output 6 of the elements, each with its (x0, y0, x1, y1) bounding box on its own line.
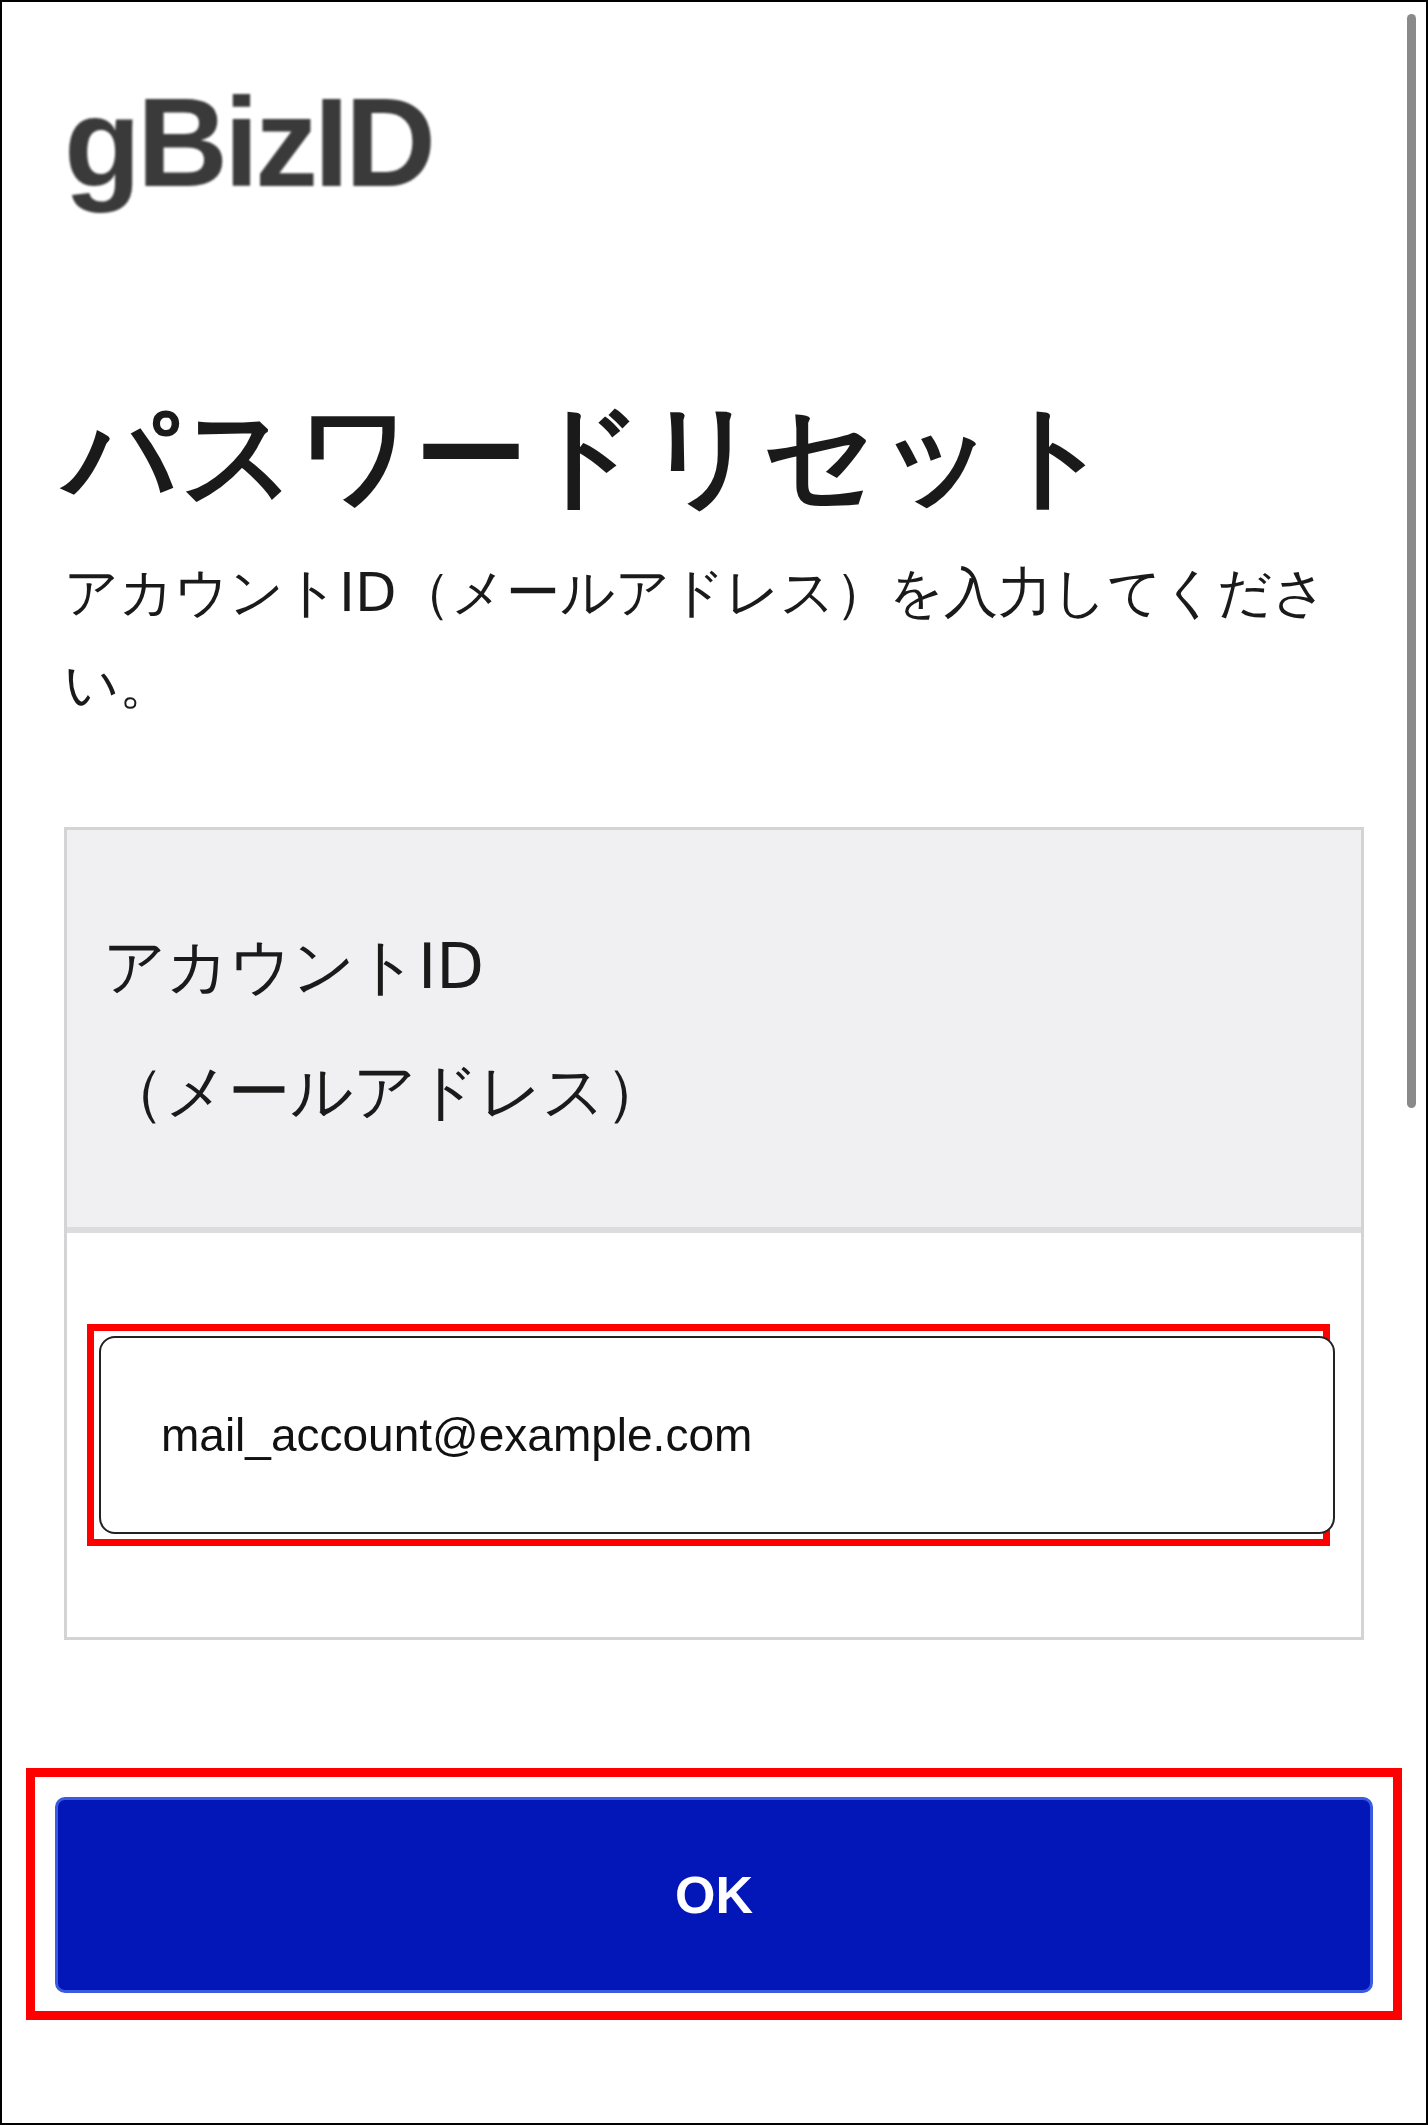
ok-button[interactable]: OK (55, 1797, 1373, 1994)
description: アカウントID（メールアドレス）を入力してください。 (64, 560, 1328, 719)
scrollbar[interactable] (1407, 14, 1416, 1108)
field-label: アカウントID （メールアドレス） (103, 928, 667, 1130)
input-field[interactable]: mail_account@example.com (99, 1336, 1335, 1535)
logo: gBizID (64, 74, 432, 213)
